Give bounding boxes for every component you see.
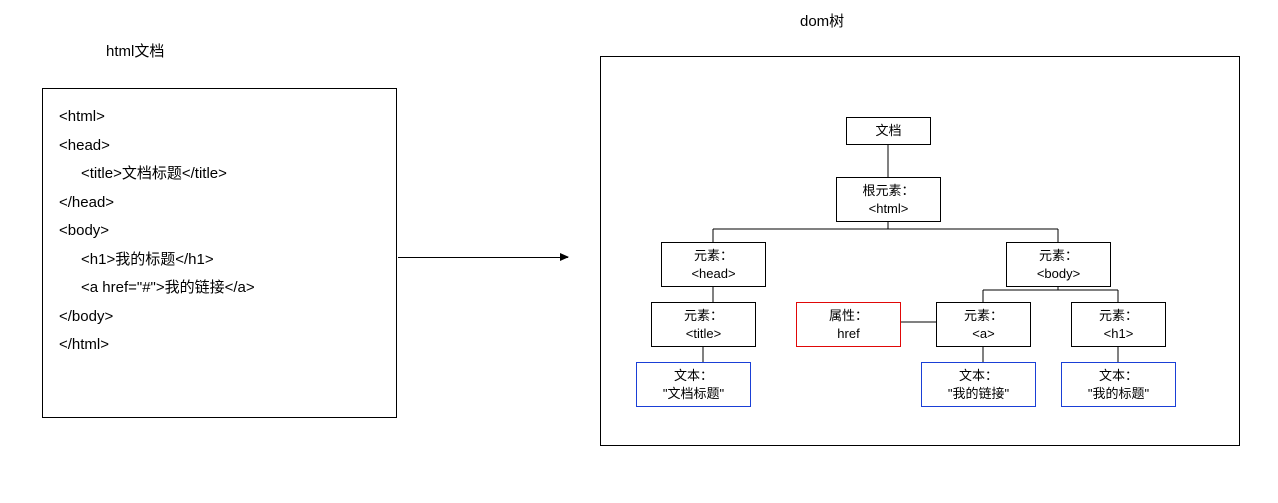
code-line: <body> — [59, 217, 380, 246]
node-line: <title> — [658, 325, 749, 343]
node-element-h1: 元素： <h1> — [1071, 302, 1166, 347]
code-line: <title>文档标题</title> — [59, 160, 380, 189]
node-element-a: 元素： <a> — [936, 302, 1031, 347]
node-line: 文本： — [1068, 367, 1169, 385]
code-line: </html> — [59, 331, 380, 360]
heading-html-doc: html文档 — [106, 40, 164, 61]
dom-tree-container: 文档 根元素： <html> 元素： <head> 元素： <body> 元素：… — [600, 56, 1240, 446]
node-line: <a> — [943, 325, 1024, 343]
node-line: <html> — [843, 200, 934, 218]
node-element-head: 元素： <head> — [661, 242, 766, 287]
node-line: "我的标题" — [1068, 385, 1169, 403]
code-line: <h1>我的标题</h1> — [59, 246, 380, 275]
node-line: 元素： — [668, 247, 759, 265]
code-line: </body> — [59, 303, 380, 332]
node-line: 元素： — [1078, 307, 1159, 325]
code-line: <html> — [59, 103, 380, 132]
node-line: "文档标题" — [643, 385, 744, 403]
code-block: <html> <head> <title>文档标题</title> </head… — [42, 88, 397, 418]
node-line: 文本： — [643, 367, 744, 385]
heading-dom-tree: dom树 — [800, 10, 844, 31]
code-line: <a href="#">我的链接</a> — [59, 274, 380, 303]
node-line: "我的链接" — [928, 385, 1029, 403]
node-line: <h1> — [1078, 325, 1159, 343]
node-line: 属性： — [803, 307, 894, 325]
node-line: 元素： — [658, 307, 749, 325]
node-line: 元素： — [1013, 247, 1104, 265]
node-label: 文档 — [853, 122, 924, 140]
code-line: <head> — [59, 132, 380, 161]
node-element-title: 元素： <title> — [651, 302, 756, 347]
node-text-link: 文本： "我的链接" — [921, 362, 1036, 407]
node-attribute-href: 属性： href — [796, 302, 901, 347]
node-line: <head> — [668, 265, 759, 283]
node-line: 根元素： — [843, 182, 934, 200]
node-element-body: 元素： <body> — [1006, 242, 1111, 287]
node-document: 文档 — [846, 117, 931, 145]
code-line: </head> — [59, 189, 380, 218]
node-text-heading: 文本： "我的标题" — [1061, 362, 1176, 407]
arrow-icon — [398, 257, 568, 258]
node-root-html: 根元素： <html> — [836, 177, 941, 222]
node-line: <body> — [1013, 265, 1104, 283]
node-line: href — [803, 325, 894, 343]
node-text-title: 文本： "文档标题" — [636, 362, 751, 407]
node-line: 元素： — [943, 307, 1024, 325]
node-line: 文本： — [928, 367, 1029, 385]
